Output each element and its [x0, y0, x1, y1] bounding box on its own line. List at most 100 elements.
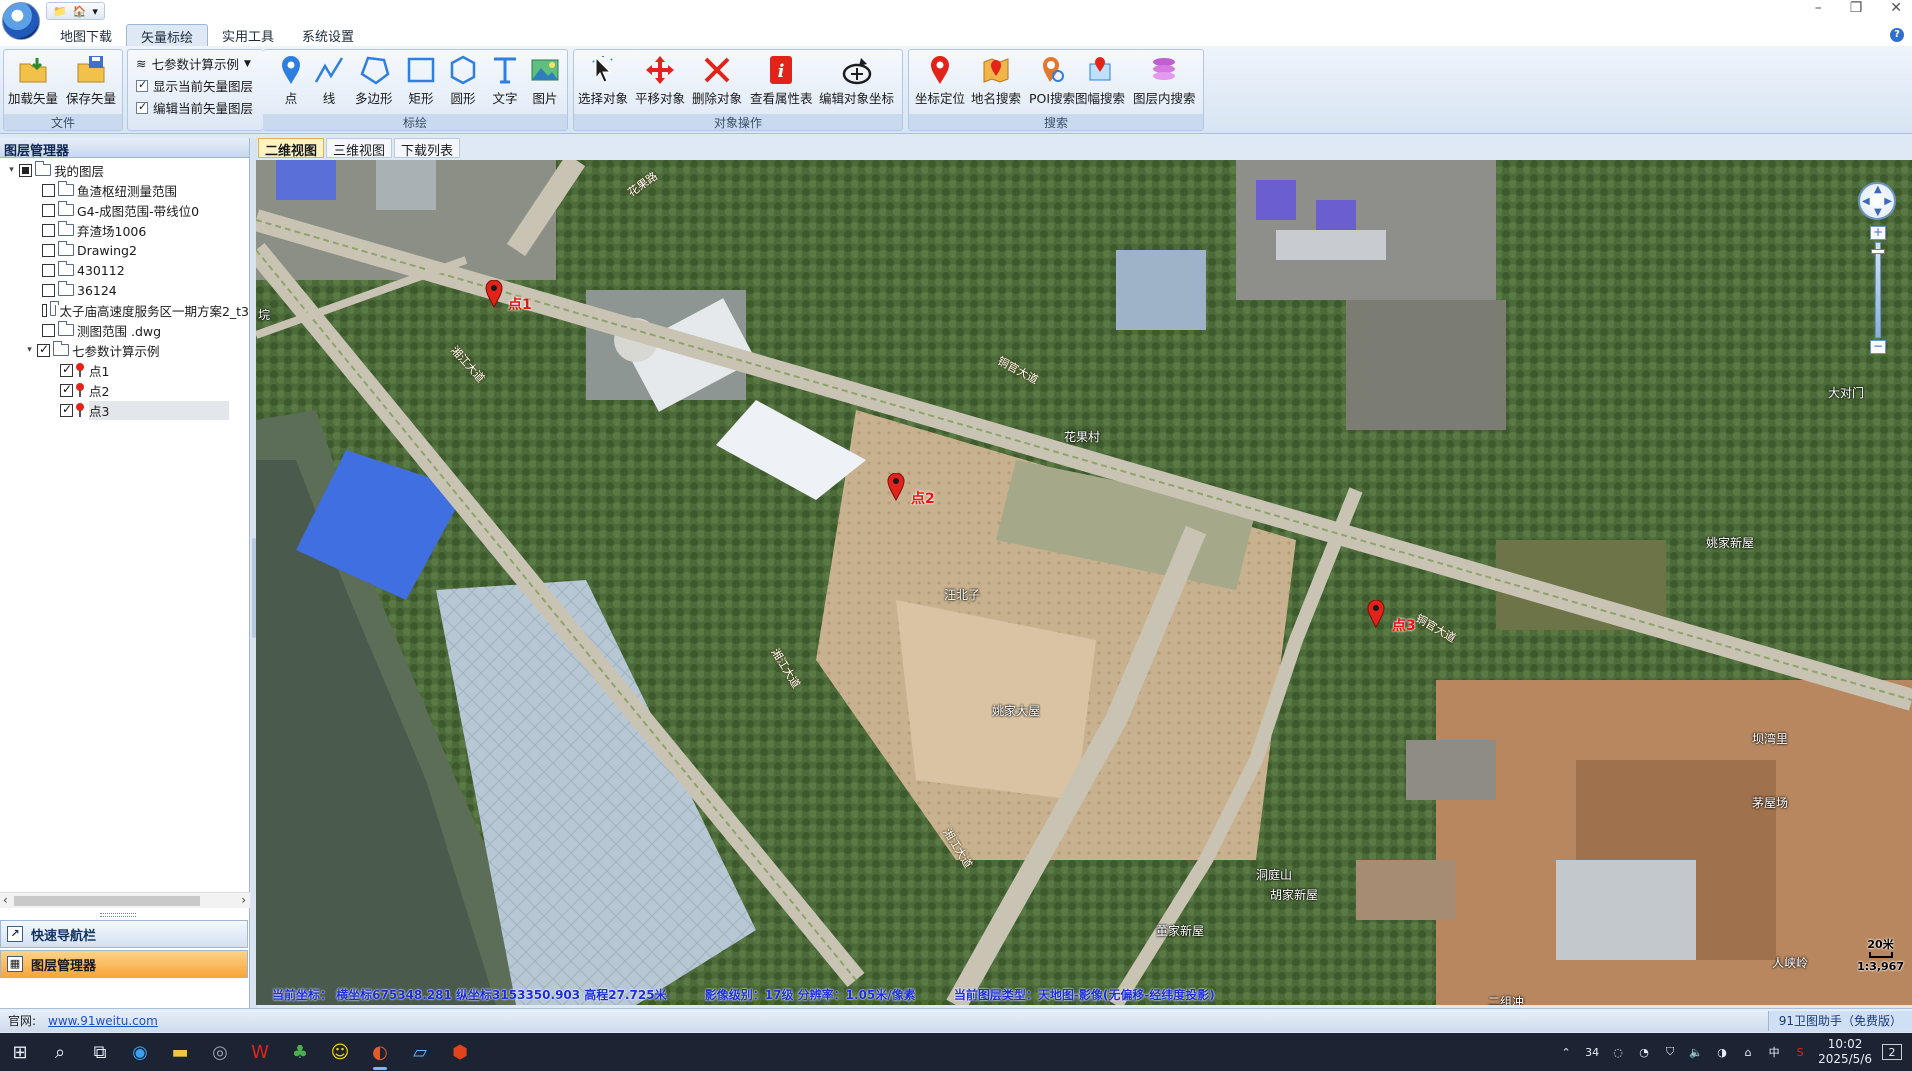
layer-checkbox[interactable] [42, 283, 55, 297]
close-button[interactable]: ✕ [1890, 0, 1902, 16]
draw-circle-button[interactable]: 圆形 [447, 54, 479, 107]
smiley-app-icon[interactable]: ☺ [320, 1033, 360, 1071]
layer-checkbox[interactable] [42, 203, 55, 217]
layer-checkbox[interactable] [42, 323, 55, 337]
site-link[interactable]: www.91weitu.com [48, 1014, 158, 1028]
coordinate-locate-button[interactable]: 坐标定位 [915, 54, 965, 107]
checkbox[interactable] [136, 78, 148, 92]
notification-icon[interactable]: 2 [1882, 1044, 1902, 1060]
panel-splitter-grip[interactable] [100, 913, 136, 917]
map-marker-point3[interactable] [1367, 600, 1385, 628]
scroll-left-icon[interactable]: ‹ [3, 893, 8, 907]
layer-checkbox[interactable] [42, 243, 55, 257]
zoom-slider[interactable] [1871, 242, 1885, 338]
quick-nav-bar[interactable]: ↗ 快速导航栏 [0, 920, 248, 948]
tab-map-download[interactable]: 地图下载 [46, 24, 126, 46]
collapse-icon[interactable]: ▾ [6, 165, 17, 176]
load-vector-button[interactable]: 加载矢量 [8, 54, 58, 107]
in-layer-search-button[interactable]: 图层内搜索 [1133, 54, 1196, 107]
point-checkbox[interactable] [60, 382, 73, 397]
tree-layer-item[interactable]: 测图范围 .dwg [0, 320, 249, 340]
pan-down-icon[interactable]: ▼ [1874, 207, 1882, 218]
wifi-icon[interactable]: ◔ [1636, 1044, 1652, 1060]
tree-point-item[interactable]: 点1 [0, 360, 249, 380]
tab-vector-plot[interactable]: 矢量标绘 [126, 24, 209, 46]
tree-layer-item[interactable]: 430112 [0, 260, 249, 280]
tree-layer-item[interactable]: 鱼渣枢纽测量范围 [0, 180, 249, 200]
root-checkbox[interactable] [19, 163, 32, 177]
notes-app-icon[interactable]: ▱ [400, 1033, 440, 1071]
tree-layer-item-expanded[interactable]: ▾ 七参数计算示例 [0, 340, 249, 360]
zoom-in-button[interactable]: + [1870, 226, 1886, 240]
tree-layer-item[interactable]: G4-成图范围-带线位0 [0, 200, 249, 220]
security-icon[interactable]: ⛉ [1662, 1044, 1678, 1060]
layer-manager-nav-bar[interactable]: ▦ 图层管理器 [0, 950, 248, 978]
tab-tools[interactable]: 实用工具 [208, 24, 288, 46]
sheet-search-button[interactable]: 图幅搜索 [1075, 54, 1125, 107]
draw-rectangle-button[interactable]: 矩形 [405, 54, 437, 107]
tab-3d-view[interactable]: 三维视图 [326, 138, 393, 159]
collapse-icon[interactable]: ▾ [24, 345, 35, 356]
tree-layer-item[interactable]: 弃渣场1006 [0, 220, 249, 240]
insert-image-button[interactable]: 图片 [529, 54, 561, 107]
shield-app-icon[interactable]: ⬢ [440, 1033, 480, 1071]
layer-checkbox[interactable] [42, 223, 55, 237]
sync-icon[interactable]: ◌ [1610, 1044, 1626, 1060]
satellite-map[interactable]: 花果路 湘江大道 铜官大道 花果村 汪北子 湘江大道 姚家大屋 铜官大道 姚家新… [256, 160, 1912, 1005]
windows-start-icon[interactable]: ⊞ [0, 1033, 40, 1071]
point-checkbox[interactable] [60, 362, 73, 377]
tree-layer-item[interactable]: Drawing2 [0, 240, 249, 260]
draw-line-button[interactable]: 线 [313, 54, 345, 107]
minimize-button[interactable]: – [1815, 0, 1822, 16]
zoom-out-button[interactable]: − [1870, 340, 1886, 354]
clock[interactable]: 10:02 2025/5/6 [1818, 1037, 1872, 1067]
volume-icon[interactable]: 🔈 [1688, 1044, 1704, 1060]
layer-dropdown[interactable]: ≋ 七参数计算示例 ▼ [136, 54, 251, 73]
pan-left-icon[interactable]: ◀ [1862, 196, 1870, 207]
save-vector-button[interactable]: 保存矢量 [66, 54, 116, 107]
draw-point-button[interactable]: 点 [275, 54, 307, 107]
delete-object-button[interactable]: 删除对象 [692, 54, 742, 107]
pan-up-icon[interactable]: ▲ [1874, 184, 1882, 195]
tree-root[interactable]: ▾ 我的图层 [0, 160, 249, 180]
zoom-slider-thumb[interactable] [1871, 249, 1885, 254]
map-marker-point1[interactable] [485, 280, 503, 308]
folder-icon[interactable]: 📁 [53, 5, 67, 18]
chevron-up-icon[interactable]: ⌃ [1558, 1044, 1574, 1060]
wps-office-icon[interactable]: W [240, 1033, 280, 1071]
point-checkbox[interactable] [60, 402, 73, 417]
tree-layer-item[interactable]: 36124 [0, 280, 249, 300]
tab-2d-view[interactable]: 二维视图 [258, 138, 325, 159]
pan-right-icon[interactable]: ▶ [1884, 196, 1892, 207]
select-object-button[interactable]: 选择对象 [578, 54, 628, 107]
horizontal-scrollbar[interactable]: ‹ › [0, 892, 250, 908]
layer-checkbox[interactable] [42, 263, 55, 277]
tab-settings[interactable]: 系统设置 [288, 24, 368, 46]
task-view-icon[interactable]: ⧉ [80, 1033, 120, 1071]
browser-tray-icon[interactable]: ◑ [1714, 1044, 1730, 1060]
home-icon[interactable]: 🏠 [73, 5, 87, 18]
pan-compass[interactable]: ▲ ▼ ◀ ▶ [1858, 182, 1896, 220]
search-icon[interactable]: ⌕ [40, 1033, 80, 1071]
tree-point-item-selected[interactable]: 点3 [0, 400, 249, 420]
tab-download-list[interactable]: 下载列表 [394, 138, 461, 159]
move-object-button[interactable]: 平移对象 [635, 54, 685, 107]
clover-app-icon[interactable]: ♣ [280, 1033, 320, 1071]
draw-polygon-button[interactable]: 多边形 [355, 54, 393, 107]
edit-object-coords-button[interactable]: 编辑对象坐标 [819, 54, 894, 107]
restore-button[interactable]: ❐ [1850, 0, 1863, 16]
view-attribute-table-button[interactable]: i 查看属性表 [750, 54, 813, 107]
map-marker-point2[interactable] [887, 473, 905, 501]
app-menu-button[interactable] [2, 2, 40, 40]
help-icon[interactable]: ? [1890, 28, 1904, 42]
app-icon[interactable]: ◎ [200, 1033, 240, 1071]
weitu-app-icon[interactable]: ◐ [360, 1033, 400, 1071]
network-icon[interactable]: ⌂ [1740, 1044, 1756, 1060]
show-layer-checkbox[interactable]: 显示当前矢量图层 [136, 76, 253, 95]
poi-search-button[interactable]: POI搜索 [1029, 54, 1075, 107]
tree-point-item[interactable]: 点2 [0, 380, 249, 400]
layer-checkbox[interactable] [42, 303, 48, 317]
edit-layer-checkbox[interactable]: 编辑当前矢量图层 [136, 98, 253, 117]
draw-text-button[interactable]: 文字 [489, 54, 521, 107]
customize-qat-icon[interactable]: ▾ [92, 5, 98, 18]
